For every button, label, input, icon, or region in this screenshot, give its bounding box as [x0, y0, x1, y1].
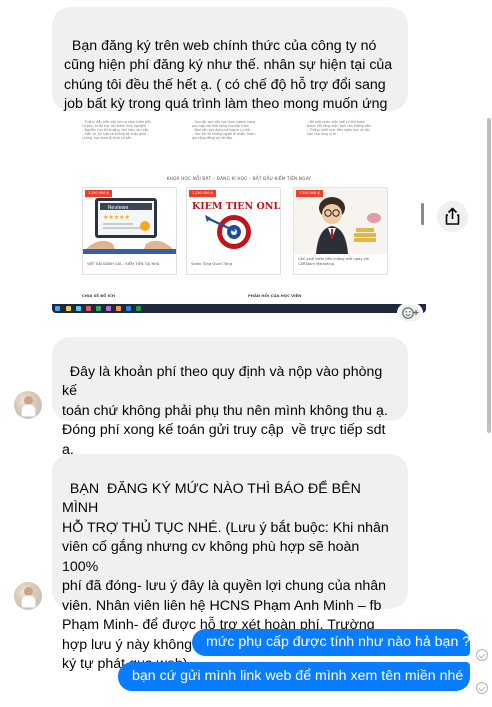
taskbar-app-icon: [136, 306, 141, 311]
sent-check-icon: [476, 649, 488, 661]
svg-text:★★★★★: ★★★★★: [103, 214, 130, 221]
message-bubble-incoming[interactable]: Bạn đăng ký trên web chính thức của công…: [52, 7, 408, 132]
screenshot-text-left: – Thời kì đầu tiên nên tìm ra cách kiếm …: [82, 120, 152, 140]
section-label-left: CHIA SẺ BỔ ÍCH: [82, 293, 116, 298]
card-caption: CÁC phải kiếm tiền không mỗi ngày với CA…: [298, 257, 369, 266]
logo-label: KIEM TIEN ONLINE: [192, 201, 280, 212]
screenshot-scrollbar: [421, 203, 424, 225]
taskbar-app-icon: [66, 306, 71, 311]
message-text: Đây là khoản phí theo quy định và nộp và…: [62, 363, 388, 458]
sender-avatar[interactable]: [14, 582, 42, 610]
card-caption: Video Tổng Quan Tăng: [191, 261, 232, 266]
windows-start-icon: [55, 306, 60, 311]
kid-businessman-illustration: [294, 188, 387, 254]
message-bubble-incoming[interactable]: BẠN ĐĂNG KÝ MỨC NÀO THÌ BÁO ĐỂ BÊN MÌNH …: [52, 454, 408, 672]
add-reaction-button[interactable]: [397, 303, 423, 323]
add-reaction-icon: [402, 307, 419, 319]
taskbar-app-icon: [86, 306, 91, 311]
sender-avatar[interactable]: [14, 391, 42, 419]
screenshot-text-middle: – Sau đó, bạn cần lựa chọn ngành hàng ph…: [192, 120, 256, 140]
screenshot-text-right: – Để một nhân viên mới có thể hoàn thành…: [307, 120, 371, 136]
kiem-tien-online-logo: KIEM TIEN ONLINE: [187, 188, 280, 254]
taskbar-app-icon: [126, 306, 131, 311]
course-card: Reviews ★★★★★ 1.250.000 ₫ VIẾT BÀI ĐÁNH …: [82, 187, 177, 275]
windows-taskbar: [52, 304, 426, 313]
message-text: mức phụ cấp được tính như nào hả bạn ?: [206, 634, 471, 650]
message-bubble-outgoing[interactable]: bạn cứ gửi mình link web để mình xem tên…: [118, 662, 470, 691]
card-caption: VIẾT BÀI ĐÁNH GIÁ – KIẾM TIỀN TẠI NHÀ: [87, 261, 160, 266]
message-bubble-outgoing[interactable]: mức phụ cấp được tính như nào hả bạn ?: [192, 629, 470, 656]
price-tag: 1.250.000 ₫: [189, 190, 216, 197]
taskbar-app-icon: [116, 306, 121, 311]
price-tag: 1.250.000 ₫: [85, 190, 112, 197]
screenshot-heading: KHOÁ HỌC NỔI BẬT – ĐĂNG KÍ HỌC – BẮT ĐẦU…: [166, 176, 312, 181]
course-card: 1.250.000 ₫ CÁC phải kiếm tiền không mỗi…: [293, 187, 388, 275]
course-card: KIEM TIEN ONLINE 1.250.000 ₫ Video Tổng …: [186, 187, 281, 275]
message-text: bạn cứ gửi mình link web để mình xem tên…: [132, 668, 464, 684]
price-tag: 1.250.000 ₫: [296, 190, 323, 197]
share-button[interactable]: [437, 201, 468, 232]
message-bubble-incoming[interactable]: Đây là khoản phí theo quy định và nộp và…: [52, 337, 408, 458]
reviews-illustration: Reviews ★★★★★: [83, 188, 176, 254]
reviews-label: Reviews: [108, 205, 129, 211]
share-icon: [445, 207, 460, 225]
scrollbar-thumb[interactable]: [487, 118, 491, 433]
taskbar-app-icon: [76, 306, 81, 311]
image-attachment[interactable]: – Thời kì đầu tiên nên tìm ra cách kiếm …: [52, 118, 426, 313]
taskbar-app-icon: [106, 306, 111, 311]
sent-check-icon: [476, 682, 488, 694]
taskbar-app-icon: [96, 306, 101, 311]
section-label-right: PHẢN HỒI CỦA HỌC VIÊN: [248, 293, 302, 298]
